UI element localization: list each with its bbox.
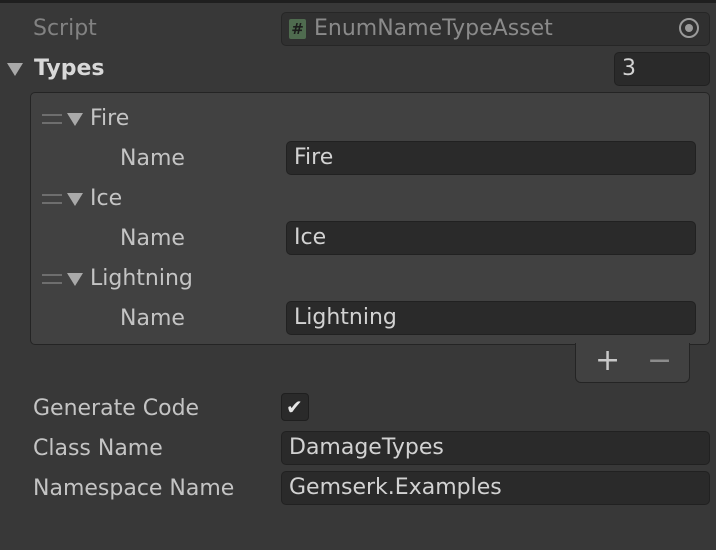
drag-handle-icon[interactable] xyxy=(42,194,62,204)
list-footer xyxy=(575,343,690,383)
name-label: Name xyxy=(120,226,185,251)
element-header-lightning[interactable]: Lightning xyxy=(90,264,193,294)
name-value: Ice xyxy=(294,225,327,250)
element-foldout-arrow-icon[interactable] xyxy=(67,273,83,286)
class-name-field[interactable]: DamageTypes xyxy=(281,431,710,465)
top-divider xyxy=(0,0,716,3)
generate-code-label: Generate Code xyxy=(33,396,200,421)
class-name-label: Class Name xyxy=(33,436,163,461)
types-size-field[interactable]: 3 xyxy=(614,52,710,86)
drag-handle-icon[interactable] xyxy=(42,274,62,284)
name-label: Name xyxy=(120,146,185,171)
object-picker-icon[interactable] xyxy=(679,18,699,38)
name-value: Fire xyxy=(294,145,334,170)
csharp-script-icon: # xyxy=(289,19,306,39)
element-header-ice[interactable]: Ice xyxy=(90,184,122,214)
script-field: EnumNameTypeAsset xyxy=(281,12,710,46)
generate-code-checkbox[interactable]: ✔ xyxy=(281,393,309,421)
name-field-ice[interactable]: Ice xyxy=(286,221,696,255)
namespace-name-field[interactable]: Gemserk.Examples xyxy=(281,471,710,505)
name-field-lightning[interactable]: Lightning xyxy=(286,301,696,335)
namespace-name-value: Gemserk.Examples xyxy=(289,475,502,500)
types-foldout-arrow-icon[interactable] xyxy=(7,63,23,76)
remove-element-button[interactable]: − xyxy=(647,346,672,376)
types-size-value: 3 xyxy=(622,56,636,81)
drag-handle-icon[interactable] xyxy=(42,114,62,124)
class-name-value: DamageTypes xyxy=(289,435,444,460)
name-field-fire[interactable]: Fire xyxy=(286,141,696,175)
element-foldout-arrow-icon[interactable] xyxy=(67,113,83,126)
script-label: Script xyxy=(33,16,97,41)
name-value: Lightning xyxy=(294,305,397,330)
namespace-name-label: Namespace Name xyxy=(33,476,235,501)
element-foldout-arrow-icon[interactable] xyxy=(67,193,83,206)
add-element-button[interactable]: + xyxy=(595,346,620,376)
name-label: Name xyxy=(120,306,185,331)
element-header-fire[interactable]: Fire xyxy=(90,104,129,134)
types-label[interactable]: Types xyxy=(34,54,105,84)
script-value: EnumNameTypeAsset xyxy=(314,16,553,41)
checkmark-icon: ✔ xyxy=(286,395,303,419)
